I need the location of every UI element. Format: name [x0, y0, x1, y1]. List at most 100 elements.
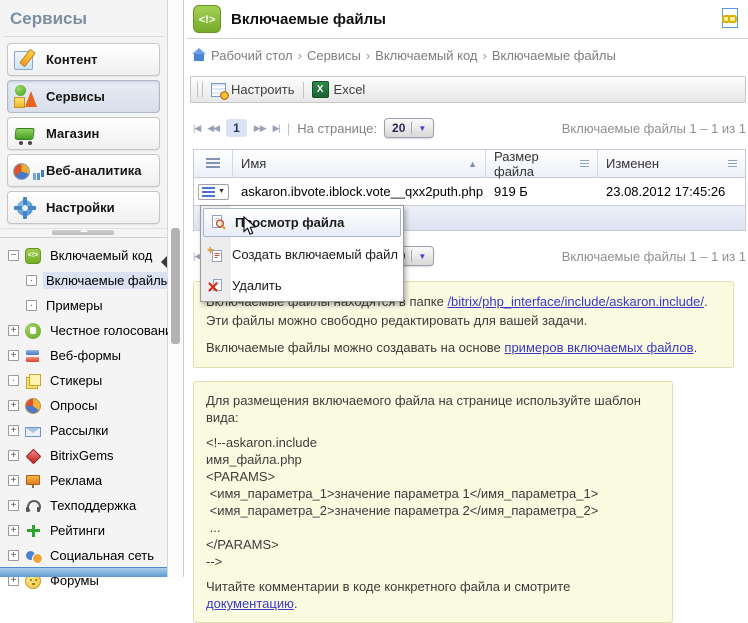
tree-item-label[interactable]: Веб-формы — [47, 347, 124, 364]
sort-asc-icon[interactable]: ▲ — [468, 159, 477, 169]
tree-item-label[interactable]: Стикеры — [47, 372, 105, 389]
tree-item[interactable]: + Реклама — [0, 468, 167, 493]
tree-item[interactable]: · Стикеры — [0, 368, 167, 393]
breadcrumb-item[interactable]: Включаемые файлы — [492, 48, 616, 63]
tree-item[interactable]: + Рассылки — [0, 418, 167, 443]
file-name-cell[interactable]: askaron.ibvote.iblock.vote__qxx2puth.php — [233, 184, 486, 199]
main-content: <!> Включаемые файлы Рабочий стол › Серв… — [186, 0, 748, 577]
next-page-button[interactable]: ▶▶ — [254, 123, 266, 134]
current-page[interactable]: 1 — [226, 119, 247, 137]
sidebar-item-label: Сервисы — [46, 89, 105, 104]
folder-link[interactable]: /bitrix/php_interface/include/askaron.in… — [447, 294, 704, 309]
home-icon[interactable] — [194, 54, 204, 61]
favorites-panel-strip[interactable] — [0, 567, 167, 577]
scrollbar-thumb[interactable] — [171, 228, 180, 344]
shop-icon — [12, 121, 38, 147]
menu-item-create-include-file[interactable]: Создать включаемый файл — [201, 239, 403, 270]
per-page-value: 20 — [392, 121, 405, 135]
services-icon — [12, 84, 38, 110]
last-page-button[interactable]: ▶| — [273, 123, 280, 134]
toolbar-grip[interactable] — [197, 82, 203, 97]
sidebar-splitter[interactable] — [0, 228, 167, 238]
tree-item-label[interactable]: BitrixGems — [47, 447, 117, 464]
prev-page-button[interactable]: ◀◀ — [207, 123, 219, 134]
template-code-line: --> — [206, 553, 660, 570]
pagination-top: |◀ ◀◀ 1 ▶▶ ▶| | На странице: 20 ▼ Включа… — [193, 117, 746, 139]
tree-expander-plus-icon[interactable]: + — [8, 325, 19, 336]
per-page-select[interactable]: 20 ▼ — [384, 118, 434, 138]
column-header-modified[interactable]: Изменен — [598, 150, 745, 177]
tree-expander-dot-icon[interactable]: · — [26, 275, 37, 286]
tree-item-label[interactable]: Техподдержка — [47, 497, 139, 514]
tree-item-label[interactable]: Реклама — [47, 472, 105, 489]
sidebar-item-settings[interactable]: Настройки — [7, 191, 160, 224]
sidebar-item-services[interactable]: Сервисы — [7, 80, 160, 113]
tree-expander-plus-icon[interactable]: + — [8, 475, 19, 486]
tree-item[interactable]: +Честное голосование — [0, 318, 167, 343]
tree-item-label[interactable]: Включаемый код — [47, 247, 155, 264]
webforms-icon — [25, 348, 41, 364]
tree-item-label[interactable]: Включаемые файлы — [43, 272, 173, 289]
tree-item[interactable]: + Веб-формы — [0, 343, 167, 368]
chevron-down-icon: ▼ — [418, 252, 426, 261]
tree-expander-plus-icon[interactable]: + — [8, 450, 19, 461]
menu-item-delete[interactable]: Удалить — [201, 270, 403, 301]
menu-item-label: Создать включаемый файл — [232, 247, 398, 262]
first-page-button[interactable]: |◀ — [193, 123, 200, 134]
tree-item[interactable]: + BitrixGems — [0, 443, 167, 468]
column-header-name[interactable]: Имя ▲ — [233, 150, 486, 177]
tree-item[interactable]: ·Включаемые файлы — [0, 268, 167, 293]
sidebar-item-shop[interactable]: Магазин — [7, 117, 160, 150]
tree-expander-plus-icon[interactable]: + — [8, 425, 19, 436]
column-menu-icon[interactable] — [728, 160, 737, 167]
tree-item[interactable]: + Техподдержка — [0, 493, 167, 518]
new-include-file-icon — [206, 246, 224, 264]
breadcrumb: Рабочий стол › Сервисы › Включаемый код … — [186, 39, 748, 63]
template-intro: Для размещения включаемого файла на стра… — [206, 392, 660, 426]
tree-item[interactable]: + Социальная сеть — [0, 543, 167, 568]
tree-expander-dot-icon[interactable]: · — [8, 375, 19, 386]
tree-item-label[interactable]: Примеры — [43, 297, 106, 314]
tree-expander-plus-icon[interactable]: + — [8, 400, 19, 411]
tree-expander-plus-icon[interactable]: + — [8, 350, 19, 361]
sidebar-title: Сервисы — [10, 9, 167, 29]
tree-item-label[interactable]: Опросы — [47, 397, 100, 414]
tree-item-label[interactable]: Рейтинги — [47, 522, 108, 539]
tree-item-label[interactable]: Социальная сеть — [47, 547, 157, 564]
excel-button[interactable]: X Excel — [312, 81, 366, 98]
tree-expander-plus-icon[interactable]: + — [8, 500, 19, 511]
row-action-menu-button[interactable]: ▼ — [198, 184, 229, 200]
ads-icon — [25, 473, 41, 489]
tree-item[interactable]: + Опросы — [0, 393, 167, 418]
column-header-size[interactable]: Размер файла — [486, 150, 598, 177]
configure-button[interactable]: Настроить — [211, 82, 295, 97]
breadcrumb-item[interactable]: Сервисы — [307, 48, 361, 63]
file-size-cell: 919 Б — [486, 184, 598, 199]
table-menu-icon — [206, 158, 220, 169]
documentation-link[interactable]: документацию — [206, 596, 294, 611]
collapse-sidebar-icon[interactable] — [161, 256, 167, 268]
mouse-cursor — [243, 216, 257, 239]
tree-item[interactable]: + Рейтинги — [0, 518, 167, 543]
tree-item-label[interactable]: Рассылки — [47, 422, 111, 439]
sidebar-menu: Контент Сервисы Магазин Веб-аналитика На… — [0, 43, 167, 224]
tree-expander-plus-icon[interactable]: + — [8, 525, 19, 536]
tree-expander-minus-icon[interactable]: − — [8, 250, 19, 261]
sidebar-item-content[interactable]: Контент — [7, 43, 160, 76]
toolbar: Настроить X Excel — [190, 76, 746, 103]
sidebar-item-analytics[interactable]: Веб-аналитика — [7, 154, 160, 187]
tree-item-label[interactable]: Честное голосование — [47, 322, 183, 339]
sidebar: Сервисы Контент Сервисы Магазин Веб-анал… — [0, 0, 168, 577]
examples-link[interactable]: примеров включаемых файлов — [504, 340, 693, 355]
column-menu-icon[interactable] — [580, 160, 589, 167]
breadcrumb-item[interactable]: Включаемый код — [375, 48, 477, 63]
tree-item[interactable]: · Примеры — [0, 293, 167, 318]
page-link-icon[interactable] — [722, 8, 738, 28]
panel-scrollbar[interactable] — [168, 0, 184, 577]
tree-item[interactable]: − Включаемый код — [0, 243, 167, 268]
menu-item-view-file[interactable]: Просмотр файла — [203, 208, 401, 237]
tree-expander-dot-icon[interactable]: · — [26, 300, 37, 311]
table-menu-column[interactable] — [194, 150, 233, 177]
tree-expander-plus-icon[interactable]: + — [8, 550, 19, 561]
breadcrumb-item[interactable]: Рабочий стол — [211, 48, 293, 63]
